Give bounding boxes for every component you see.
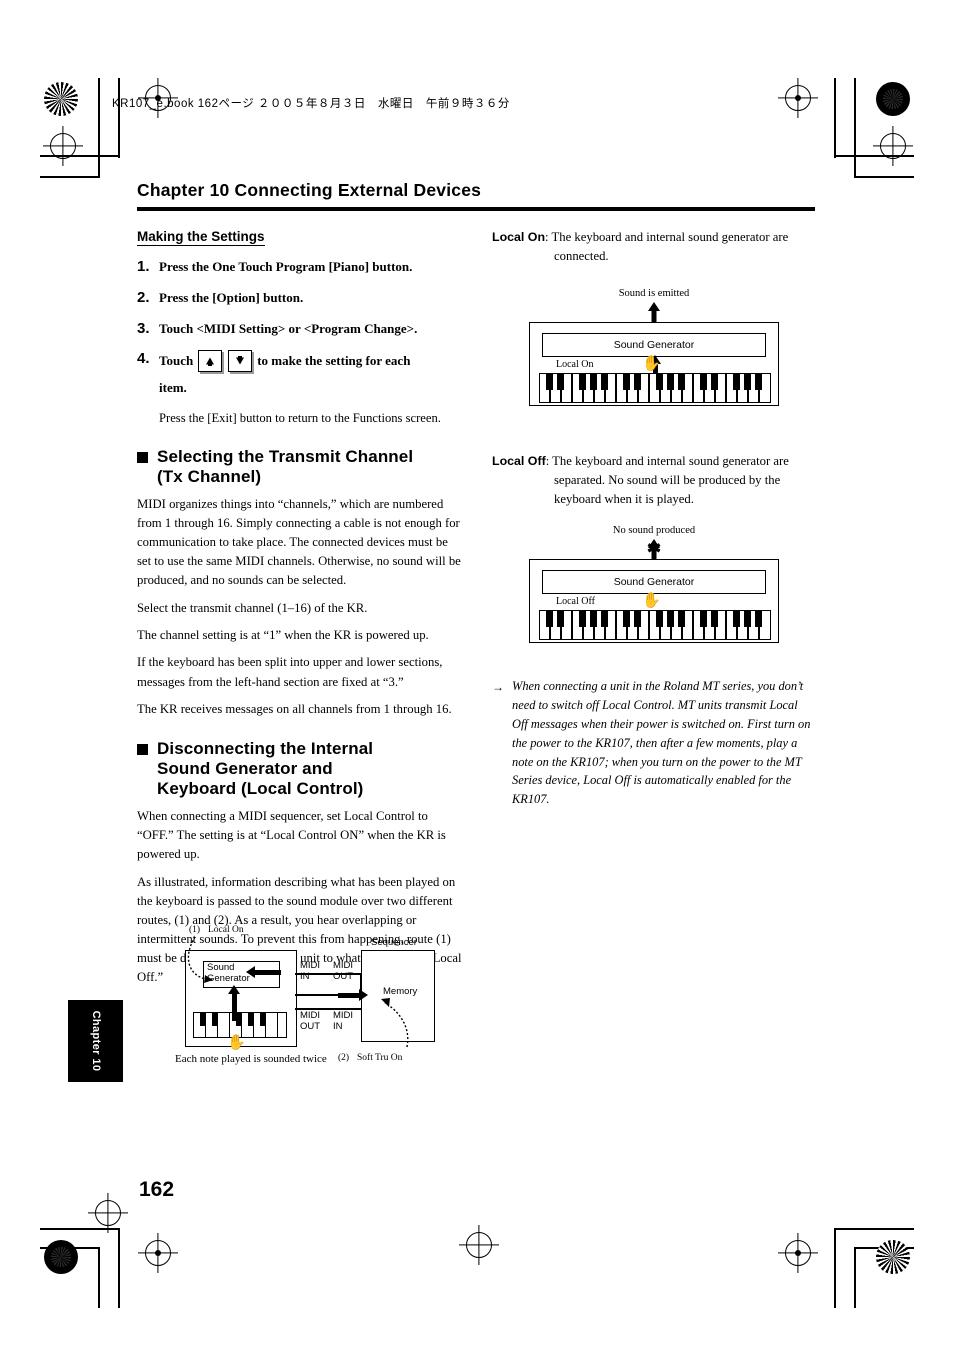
hand-icon: ✋ [227, 1034, 246, 1051]
diagram-arrow-to-memory-head [359, 989, 368, 1001]
arrow-down-button-icon[interactable] [228, 350, 253, 373]
step-item-4: 4. Touch to make the setting for each it… [137, 350, 462, 397]
section-bullet-icon [137, 743, 148, 755]
diagram-label-midi-out-bottom: MIDI OUT [300, 1010, 321, 1032]
diagram-label-soft-thru: Soft Tru On [357, 1053, 403, 1063]
step-text-after: to make the setting for each [257, 353, 411, 369]
paragraph: The KR receives messages on all channels… [137, 701, 452, 716]
keyboard-keys [539, 373, 771, 404]
local-state-label: Local On [556, 359, 594, 371]
step-text-before: Touch [159, 353, 194, 369]
step-text-continued: item. [159, 380, 187, 396]
arrow-right-icon: → [492, 680, 504, 695]
diagram-label-route2: (2) [338, 1053, 350, 1063]
right-column: Local On: The keyboard and internal soun… [492, 228, 816, 809]
memo-note: → When connecting a unit in the Roland M… [492, 677, 816, 809]
page-body: Chapter 10 Connecting External Devices M… [0, 0, 954, 1351]
subhead-making-the-settings: Making the Settings [137, 229, 265, 246]
local-on-definition: Local On: The keyboard and internal soun… [492, 228, 816, 266]
paragraph: The channel setting is at “1” when the K… [137, 628, 429, 643]
section-heading-local-control: Disconnecting the Internal Sound Generat… [137, 739, 462, 799]
local-off-figure: No sound produced ✱ Sound Generator Loca… [529, 525, 779, 644]
step-4-note: Press the [Exit] button to return to the… [159, 410, 441, 425]
step-text: Touch <MIDI Setting> or <Program Change>… [159, 320, 418, 336]
arrow-up-button-icon[interactable] [198, 350, 223, 373]
paragraph: MIDI organizes things into “channels,” w… [137, 497, 461, 588]
sound-generator-label: Sound Generator [613, 576, 695, 589]
paragraph: When connecting a MIDI sequencer, set Lo… [137, 808, 446, 861]
local-on-term: Local On [492, 230, 546, 244]
step-number: 3. [137, 319, 150, 337]
page-number: 162 [139, 1178, 175, 1201]
step-item-3: 3. Touch <MIDI Setting> or <Program Chan… [137, 320, 462, 339]
diagram-label-midi-out-top: MIDI OUT [333, 960, 354, 982]
sound-generator-label: Sound Generator [613, 339, 695, 352]
step-item-2: 2. Press the [Option] button. [137, 289, 462, 308]
step-item-1: 1. Press the One Touch Program [Piano] b… [137, 258, 462, 277]
diagram-arrow-to-sg-head [246, 966, 255, 978]
left-column: Making the Settings 1. Press the One Tou… [137, 228, 462, 996]
chapter-tab-label: Chapter 10 [89, 1010, 102, 1072]
section-heading-line3: Keyboard (Local Control) [157, 778, 364, 798]
local-state-label: Local Off [556, 596, 595, 608]
diagram-label-midi-in-top: MIDI IN [300, 960, 321, 982]
local-off-term: Local Off [492, 454, 546, 469]
chapter-tab: Chapter 10 [68, 1000, 123, 1082]
diagram-line-upper-h1 [295, 973, 361, 975]
step-number: 2. [137, 288, 150, 306]
paragraph: If the keyboard has been split into uppe… [137, 655, 443, 689]
section-heading-transmit-channel: Selecting the Transmit Channel (Tx Chann… [137, 447, 462, 487]
diagram-line-lower-h [295, 1008, 361, 1010]
hand-icon: ✋ [642, 593, 661, 610]
diagram-label-midi-in-bottom: MIDI IN [333, 1010, 354, 1032]
memo-note-text: When connecting a unit in the Roland MT … [512, 679, 811, 807]
local-control-diagram: (1) Local On Sound Generator ✋ MIDI IN M… [175, 925, 435, 1070]
diagram-caption: Each note played is sounded twice [175, 1053, 327, 1065]
section-heading-line1: Selecting the Transmit Channel [157, 447, 414, 467]
step-text: Press the One Touch Program [Piano] butt… [159, 259, 413, 274]
step-number: 4. [137, 350, 150, 368]
hand-icon: ✋ [642, 356, 661, 373]
sound-emitted-arrow-head [648, 302, 660, 312]
figure-caption: Sound is emitted [618, 288, 690, 300]
figure-caption: No sound produced [612, 525, 696, 537]
step-text: Press the [Option] button. [159, 289, 304, 305]
page-title: Chapter 10 Connecting External Devices [137, 180, 482, 200]
paragraph: Select the transmit channel (1–16) of th… [137, 601, 368, 616]
local-off-definition-text: : The keyboard and internal sound genera… [545, 454, 789, 507]
step-number: 1. [137, 258, 150, 275]
blocked-x-icon: ✱ [646, 539, 662, 559]
section-heading-line2: Sound Generator and [157, 758, 333, 778]
local-on-figure: Sound is emitted Sound Generator Local O… [529, 288, 779, 407]
diagram-label-sequencer: Sequencer [371, 937, 417, 948]
diagram-arrow-to-sg-bar [255, 970, 281, 975]
local-off-definition: Local Off: The keyboard and internal sou… [492, 452, 816, 509]
local-on-definition-text: : The keyboard and internal sound genera… [545, 230, 789, 264]
title-rule [137, 207, 815, 211]
section-bullet-icon [137, 452, 148, 464]
diagram-arrow-to-memory-bar [338, 993, 360, 998]
keyboard-keys [539, 610, 771, 641]
section-heading-line1: Disconnecting the Internal [157, 738, 374, 758]
diagram-route2-pointer [381, 998, 409, 1048]
section-heading-line2: (Tx Channel) [157, 467, 262, 487]
diagram-route1-pointer [187, 936, 213, 983]
